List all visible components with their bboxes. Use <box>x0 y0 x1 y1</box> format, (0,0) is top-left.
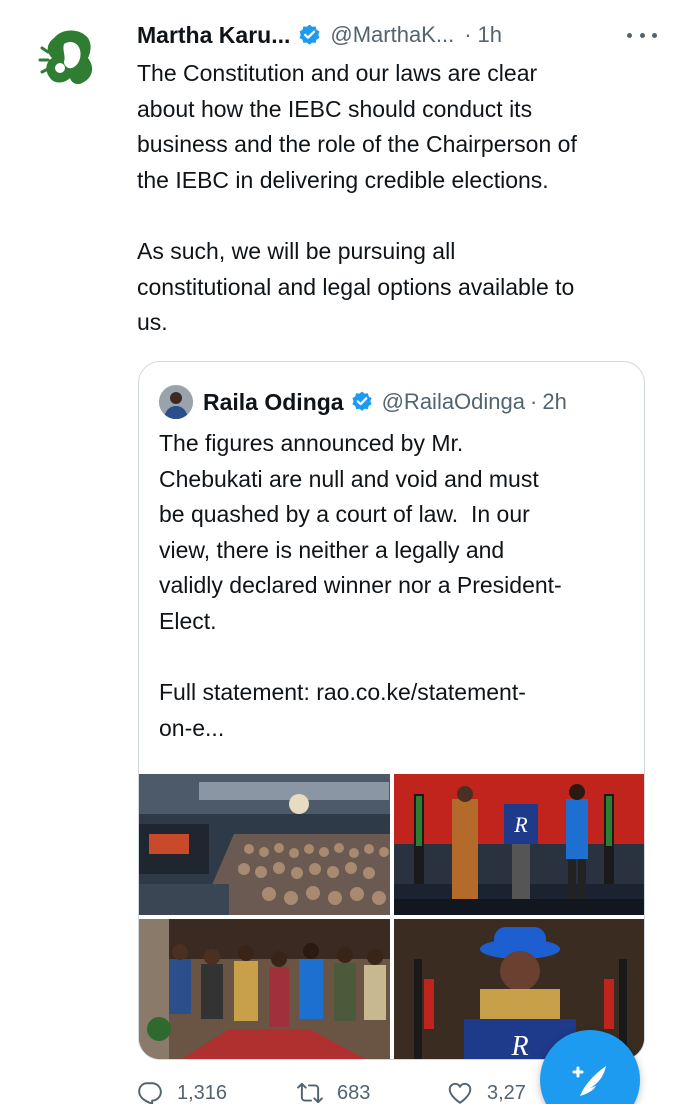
author-avatar[interactable] <box>34 22 106 94</box>
svg-text:R: R <box>513 812 528 837</box>
author-handle[interactable]: @MarthaK... <box>330 22 454 48</box>
tweet-header: Martha Karu... @MarthaK... · 1h <box>137 18 657 52</box>
like-button[interactable]: 3,27 <box>447 1080 526 1104</box>
quoted-tweet-header: Raila Odinga @RailaOdinga · 2h <box>159 384 567 420</box>
like-count: 3,27 <box>487 1081 526 1104</box>
profile-logo-icon <box>38 30 93 85</box>
tweet-time[interactable]: 1h <box>478 22 502 48</box>
separator-dot: · <box>530 389 538 414</box>
photo-podium-stage[interactable]: R <box>394 774 644 915</box>
verified-badge-icon <box>299 24 320 45</box>
retweet-icon <box>297 1082 323 1104</box>
compose-tweet-icon <box>572 1066 606 1096</box>
photo-crowd-hall[interactable] <box>139 774 390 915</box>
photo-walking-group[interactable] <box>139 919 390 1059</box>
reply-icon <box>138 1082 162 1104</box>
quoted-tweet[interactable]: Raila Odinga @RailaOdinga · 2h The figur… <box>138 361 645 1060</box>
tweet-text: The Constitution and our laws are clear … <box>137 60 577 336</box>
reply-button[interactable]: 1,316 <box>137 1080 227 1104</box>
retweet-button[interactable]: 683 <box>297 1080 370 1104</box>
more-options-icon[interactable] <box>627 22 657 48</box>
author-name[interactable]: Martha Karu... <box>137 22 290 49</box>
retweet-count: 683 <box>337 1081 371 1104</box>
quoted-author-handle: @RailaOdinga <box>381 389 526 414</box>
heart-icon <box>448 1082 472 1104</box>
svg-text:R: R <box>510 1031 528 1060</box>
quoted-tweet-text: The figures announced by Mr. Chebukati a… <box>159 430 562 741</box>
separator-dot: · <box>464 22 472 47</box>
quoted-tweet-time: 2h <box>542 389 567 414</box>
quoted-author-name: Raila Odinga <box>203 388 344 415</box>
tweet[interactable]: Martha Karu... @MarthaK... · 1h The Cons… <box>0 0 675 1104</box>
photo-grid: R R <box>139 774 644 1060</box>
reply-count: 1,316 <box>177 1081 228 1104</box>
verified-badge-icon <box>351 391 372 411</box>
quoted-author-avatar <box>159 385 193 419</box>
